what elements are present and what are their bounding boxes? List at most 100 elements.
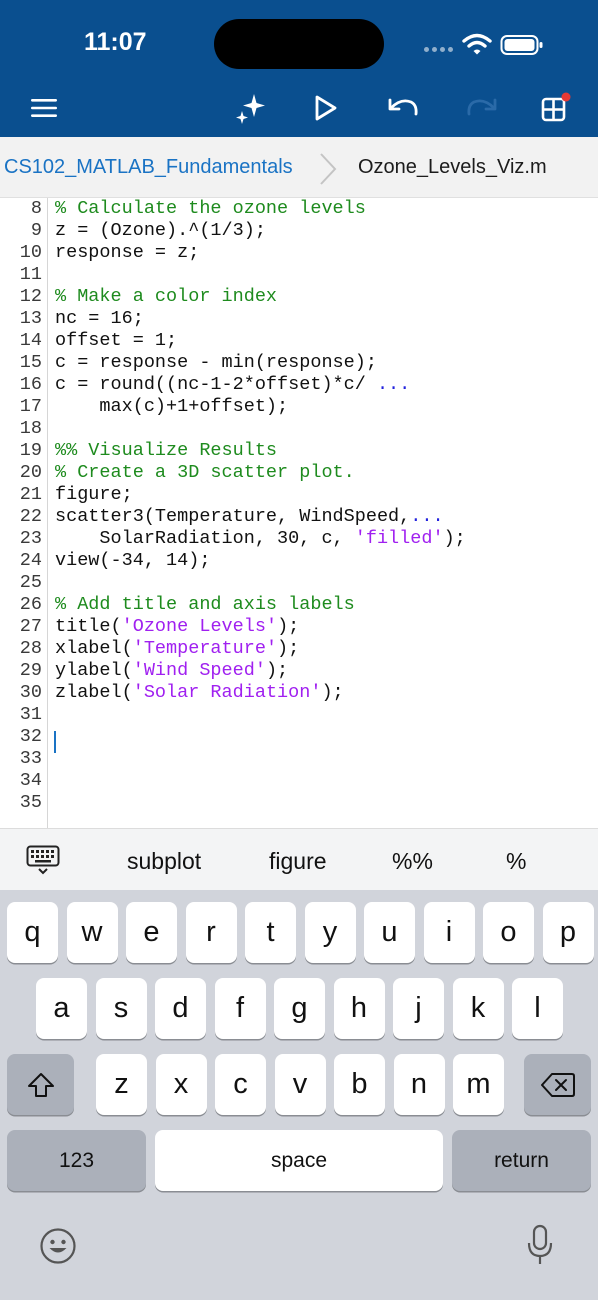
- undo-icon: [388, 98, 418, 116]
- key-r[interactable]: r: [185, 902, 237, 963]
- code-line[interactable]: 18: [0, 418, 598, 440]
- code-token: );: [321, 682, 344, 703]
- code-line[interactable]: 24 view(-34, 14);: [0, 550, 598, 572]
- shift-key[interactable]: [7, 1054, 74, 1115]
- code-line[interactable]: 17 max(c)+1+offset);: [0, 396, 598, 418]
- code-line[interactable]: 16 c = round((nc-1-2*offset)*c/ ...: [0, 374, 598, 396]
- code-line[interactable]: 23 SolarRadiation, 30, c, 'filled');: [0, 528, 598, 550]
- suggestion-double-percent[interactable]: %%: [392, 848, 433, 875]
- line-number: 23: [19, 528, 42, 549]
- code-line[interactable]: 21 figure;: [0, 484, 598, 506]
- code-line[interactable]: 12 % Make a color index: [0, 286, 598, 308]
- key-w[interactable]: w: [66, 902, 118, 963]
- delete-key[interactable]: [524, 1054, 591, 1115]
- key-z[interactable]: z: [96, 1054, 147, 1115]
- apps-button[interactable]: [532, 86, 576, 130]
- key-j[interactable]: j: [393, 978, 444, 1039]
- code-line[interactable]: 32: [0, 726, 598, 748]
- key-o[interactable]: o: [483, 902, 534, 963]
- code-line[interactable]: 33: [0, 748, 598, 770]
- code-token: );: [265, 660, 289, 681]
- code-text: % Calculate the ozone levels: [55, 198, 366, 220]
- key-x[interactable]: x: [155, 1054, 207, 1115]
- suggestion-figure[interactable]: figure: [269, 848, 327, 875]
- key-s[interactable]: s: [95, 978, 147, 1039]
- code-line[interactable]: 29 ylabel('Wind Speed');: [0, 660, 598, 682]
- breadcrumb-parent-link[interactable]: CS102_MATLAB_Fundamentals: [4, 156, 293, 179]
- keyboard-icon[interactable]: [26, 845, 60, 875]
- chevron-right-icon: [320, 153, 337, 185]
- ai-assist-button[interactable]: [229, 86, 273, 130]
- status-time: 11:07: [84, 28, 147, 56]
- code-line[interactable]: 25: [0, 572, 598, 594]
- code-text: zlabel('Solar Radiation');: [55, 682, 344, 704]
- key-u[interactable]: u: [364, 902, 415, 963]
- key-m[interactable]: m: [453, 1054, 504, 1115]
- key-e[interactable]: e: [126, 902, 177, 963]
- key-g[interactable]: g: [274, 978, 325, 1039]
- code-line[interactable]: 9 z = (Ozone).^(1/3);: [0, 220, 598, 242]
- code-token: figure;: [55, 484, 133, 505]
- key-d[interactable]: d: [155, 978, 206, 1039]
- key-q[interactable]: q: [7, 902, 58, 963]
- code-text: nc = 16;: [55, 308, 144, 330]
- code-line[interactable]: 30 zlabel('Solar Radiation');: [0, 682, 598, 704]
- code-line[interactable]: 19 %% Visualize Results: [0, 440, 598, 462]
- code-token: SolarRadiation, 30, c,: [55, 528, 355, 549]
- undo-button[interactable]: [381, 86, 425, 130]
- key-i[interactable]: i: [423, 902, 475, 963]
- battery-icon: [500, 35, 543, 55]
- code-text: ylabel('Wind Speed');: [55, 660, 288, 682]
- key-b[interactable]: b: [334, 1054, 385, 1115]
- code-token: );: [277, 638, 300, 659]
- key-t[interactable]: t: [245, 902, 296, 963]
- key-p[interactable]: p: [542, 902, 594, 963]
- key-y[interactable]: y: [304, 902, 356, 963]
- key-h[interactable]: h: [333, 978, 385, 1039]
- code-editor[interactable]: 8 % Calculate the ozone levels 9 z = (Ozone…: [0, 198, 598, 828]
- code-line[interactable]: 31: [0, 704, 598, 726]
- code-text: title('Ozone Levels');: [55, 616, 299, 638]
- text-cursor: [54, 731, 56, 753]
- key-a[interactable]: a: [36, 978, 87, 1039]
- code-line[interactable]: 11: [0, 264, 598, 286]
- line-number: 32: [19, 726, 42, 747]
- key-k[interactable]: k: [452, 978, 504, 1039]
- emoji-button[interactable]: [38, 1226, 78, 1266]
- space-key[interactable]: space: [155, 1130, 443, 1191]
- code-line[interactable]: 34: [0, 770, 598, 792]
- line-number: 29: [19, 660, 42, 681]
- redo-button[interactable]: [460, 86, 504, 130]
- code-text: offset = 1;: [55, 330, 177, 352]
- code-line[interactable]: 10 response = z;: [0, 242, 598, 264]
- code-line[interactable]: 22 scatter3(Temperature, WindSpeed,...: [0, 506, 598, 528]
- run-button[interactable]: [304, 86, 348, 130]
- menu-button[interactable]: [22, 86, 66, 130]
- code-line[interactable]: 20 % Create a 3D scatter plot.: [0, 462, 598, 484]
- code-comment: % Make a color index: [55, 286, 278, 307]
- key-l[interactable]: l: [512, 978, 563, 1039]
- suggestion-subplot[interactable]: subplot: [127, 848, 201, 875]
- key-c[interactable]: c: [215, 1054, 266, 1115]
- shift-icon: [27, 1072, 54, 1097]
- key-v[interactable]: v: [274, 1054, 326, 1115]
- numbers-key[interactable]: 123: [7, 1130, 146, 1191]
- code-token: c = round((nc-1-2*offset)*c/: [55, 374, 377, 395]
- code-text: SolarRadiation, 30, c, 'filled');: [55, 528, 465, 550]
- code-line[interactable]: 8 % Calculate the ozone levels: [0, 198, 598, 220]
- code-line[interactable]: 14 offset = 1;: [0, 330, 598, 352]
- code-line[interactable]: 13 nc = 16;: [0, 308, 598, 330]
- suggestion-percent[interactable]: %: [506, 848, 526, 875]
- play-icon: [315, 95, 337, 121]
- code-line[interactable]: 28 xlabel('Temperature');: [0, 638, 598, 660]
- key-n[interactable]: n: [393, 1054, 445, 1115]
- return-key[interactable]: return: [452, 1130, 591, 1191]
- line-number: 22: [19, 506, 42, 527]
- code-line[interactable]: 26 % Add title and axis labels: [0, 594, 598, 616]
- line-number: 8: [30, 198, 42, 219]
- code-line[interactable]: 27 title('Ozone Levels');: [0, 616, 598, 638]
- dictation-button[interactable]: [522, 1222, 558, 1268]
- key-f[interactable]: f: [214, 978, 266, 1039]
- code-line[interactable]: 35: [0, 792, 598, 814]
- code-line[interactable]: 15 c = response - min(response);: [0, 352, 598, 374]
